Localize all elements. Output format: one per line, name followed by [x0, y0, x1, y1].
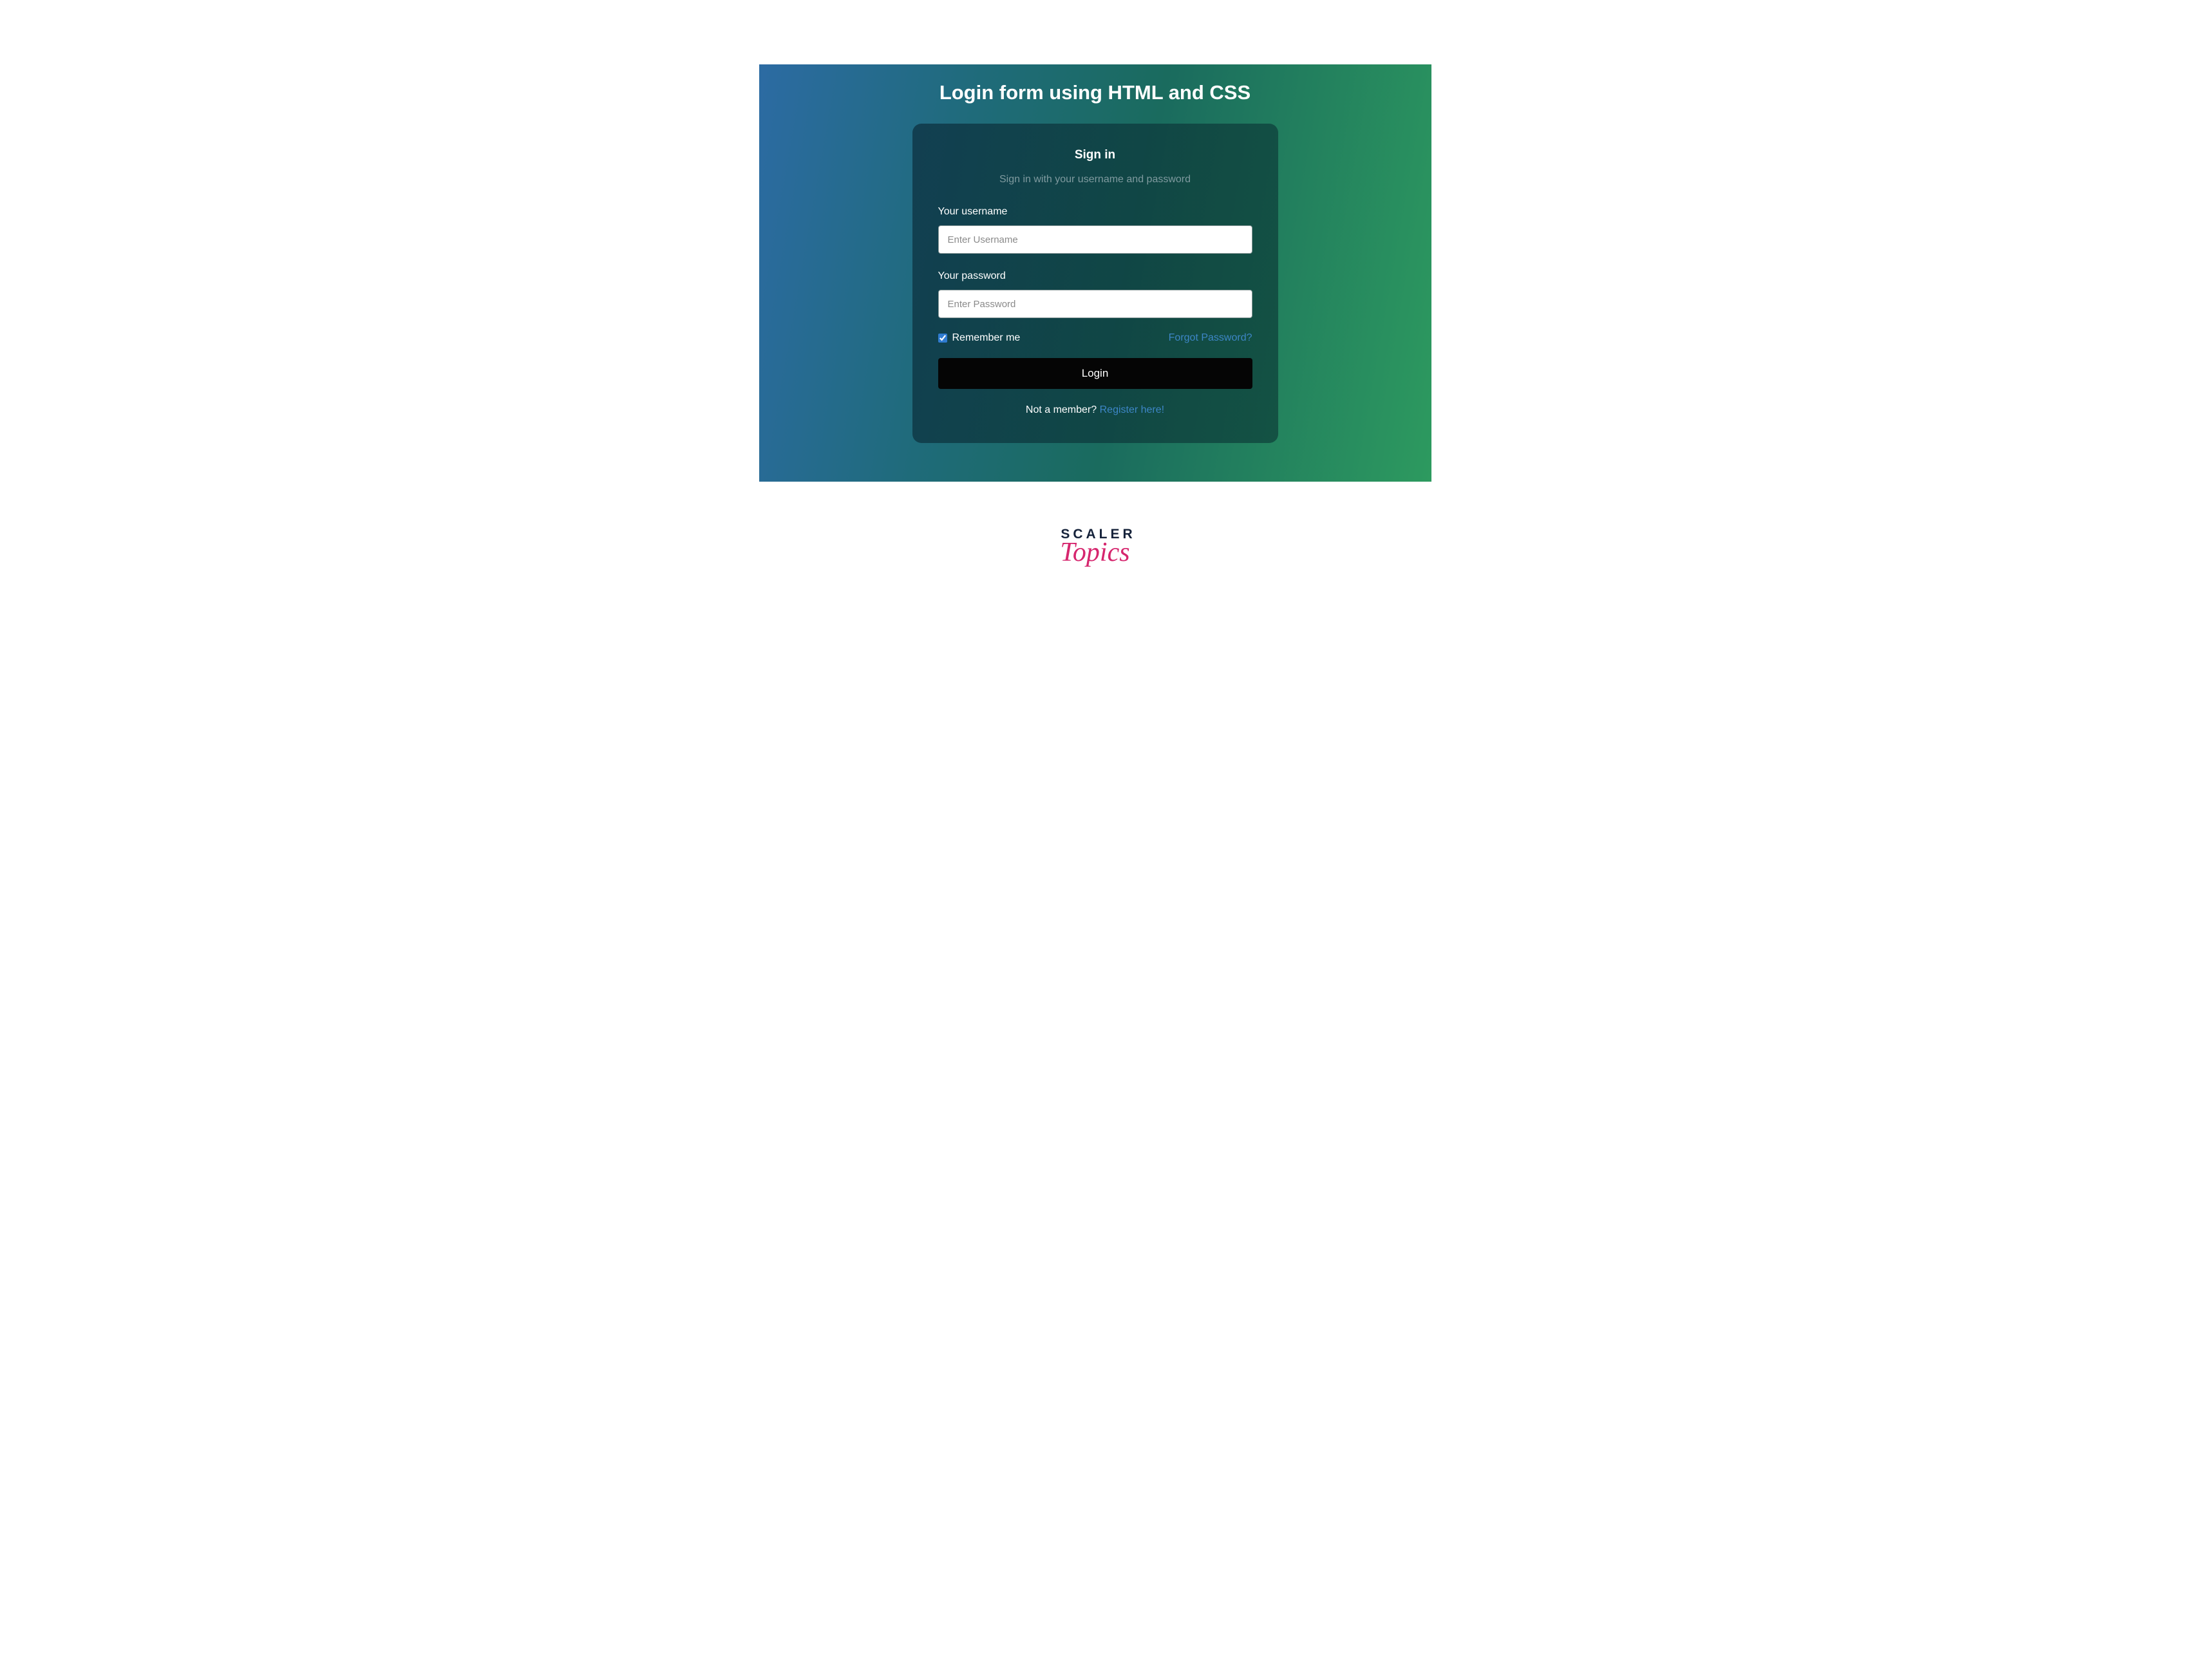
- login-card: Sign in Sign in with your username and p…: [912, 124, 1278, 443]
- card-title: Sign in: [938, 148, 1252, 162]
- brand-logo: SCALER Topics: [759, 527, 1431, 568]
- username-input[interactable]: [938, 225, 1252, 254]
- card-subtitle: Sign in with your username and password: [938, 174, 1252, 185]
- footer-text: Not a member? Register here!: [938, 404, 1252, 416]
- login-button[interactable]: Login: [938, 358, 1252, 389]
- gradient-panel: Login form using HTML and CSS Sign in Si…: [759, 64, 1431, 482]
- password-input[interactable]: [938, 290, 1252, 318]
- register-link[interactable]: Register here!: [1100, 404, 1165, 415]
- page-title: Login form using HTML and CSS: [915, 81, 1276, 104]
- brand-line2: Topics: [759, 537, 1431, 568]
- remember-checkbox[interactable]: [938, 334, 947, 343]
- footer-prefix: Not a member?: [1026, 404, 1100, 415]
- password-group: Your password: [938, 270, 1252, 318]
- password-label: Your password: [938, 270, 1252, 282]
- remember-label: Remember me: [952, 332, 1021, 344]
- username-group: Your username: [938, 206, 1252, 254]
- forgot-password-link[interactable]: Forgot Password?: [1169, 332, 1252, 344]
- options-row: Remember me Forgot Password?: [938, 332, 1252, 344]
- remember-wrap: Remember me: [938, 332, 1021, 344]
- username-label: Your username: [938, 206, 1252, 218]
